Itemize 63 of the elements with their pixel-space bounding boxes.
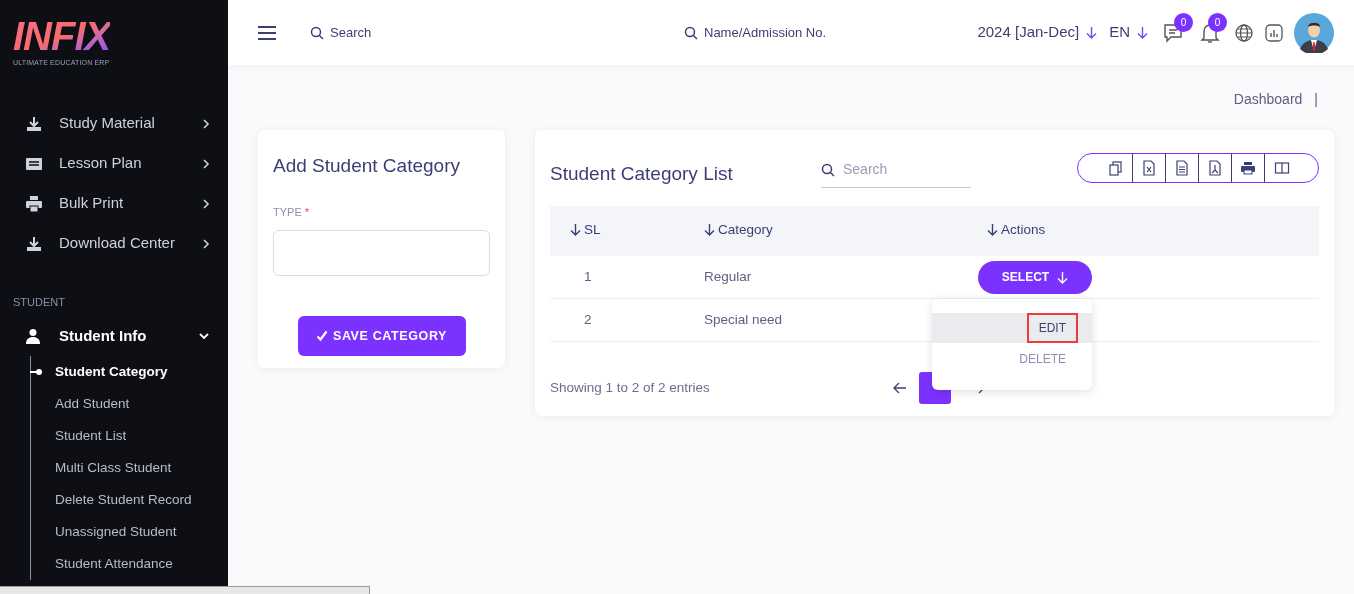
menu-icon[interactable] [258, 25, 276, 40]
card-title: Add Student Category [273, 154, 460, 178]
arrow-down-icon [1057, 270, 1069, 284]
card-title: Student Category List [550, 161, 734, 186]
session-dropdown[interactable]: 2024 [Jan-Dec] [977, 21, 1098, 44]
sidebar-item[interactable]: Download Center [0, 223, 228, 264]
arrow-down-icon [704, 223, 715, 237]
arrow-down-icon [1086, 26, 1098, 39]
printer-icon [25, 194, 43, 213]
sidebar-item[interactable]: Student Info [0, 316, 228, 356]
table-cell: Regular [704, 268, 752, 284]
count-badge: 0 [1174, 12, 1193, 32]
sidebar-subitem[interactable]: Multi Class Student [55, 457, 172, 479]
active-dot-icon [30, 368, 42, 376]
select-button[interactable]: SELECT [978, 260, 1092, 294]
language-dropdown[interactable]: EN [1109, 21, 1148, 44]
field-label: TYPE [273, 204, 302, 220]
check-icon [315, 330, 328, 342]
count-badge: 0 [1208, 12, 1227, 32]
chart-icon[interactable] [1264, 22, 1284, 43]
sidebar-subitem[interactable]: Student Category [55, 361, 168, 383]
file-pdf-icon [1207, 160, 1223, 176]
column-header[interactable]: Category [704, 219, 773, 240]
sidebar-subitem[interactable]: Student Attendance [55, 553, 173, 575]
column-header[interactable]: SL [570, 219, 601, 240]
sidebar-subitem[interactable]: Student List [55, 425, 127, 447]
search-icon [684, 25, 698, 40]
save-button[interactable]: SAVE CATEGORY [297, 316, 466, 356]
sidebar-item[interactable]: Lesson Plan [0, 143, 228, 184]
file-csv-icon [1174, 160, 1190, 176]
table-cell: 2 [584, 311, 592, 327]
arrow-down-icon [570, 223, 581, 237]
file-copy-icon [1108, 160, 1124, 176]
columns-icon [1273, 160, 1290, 176]
sidebar-item[interactable]: Bulk Print [0, 183, 228, 224]
download-icon [25, 234, 43, 253]
sidebar-item[interactable]: Study Material [0, 103, 228, 144]
column-header[interactable]: Actions [987, 219, 1046, 240]
sidebar-subitem[interactable]: Unassigned Student [55, 521, 177, 543]
search-icon [821, 162, 835, 177]
section-label: STUDENT [12, 294, 65, 310]
table-cell: Special need [704, 311, 783, 327]
required-mark: * [304, 204, 309, 220]
breadcrumb-item[interactable]: | [1314, 89, 1318, 110]
avatar[interactable] [1294, 12, 1334, 53]
arrow-down-icon [1137, 26, 1148, 39]
input-field[interactable] [273, 230, 490, 276]
search-icon [310, 25, 324, 40]
arrow-down-icon [987, 223, 998, 237]
sidebar-subitem[interactable]: Delete Student Record [55, 489, 192, 511]
entries-info: Showing 1 to 2 of 2 entries [550, 378, 711, 397]
search-field[interactable]: Search [843, 159, 953, 180]
search-field[interactable]: Search [330, 22, 480, 43]
admission-search[interactable]: Name/Admission No. [684, 22, 827, 43]
download-icon [25, 114, 43, 133]
file-excel-icon [1141, 160, 1157, 176]
person-icon [25, 328, 41, 344]
sidebar-subitem[interactable]: Add Student [55, 393, 130, 415]
table-cell: 1 [584, 268, 592, 284]
printer-icon [1240, 160, 1256, 176]
breadcrumb-item[interactable]: Dashboard [1233, 89, 1303, 110]
arrow-left-icon[interactable] [893, 382, 907, 394]
globe-icon[interactable] [1234, 22, 1254, 43]
